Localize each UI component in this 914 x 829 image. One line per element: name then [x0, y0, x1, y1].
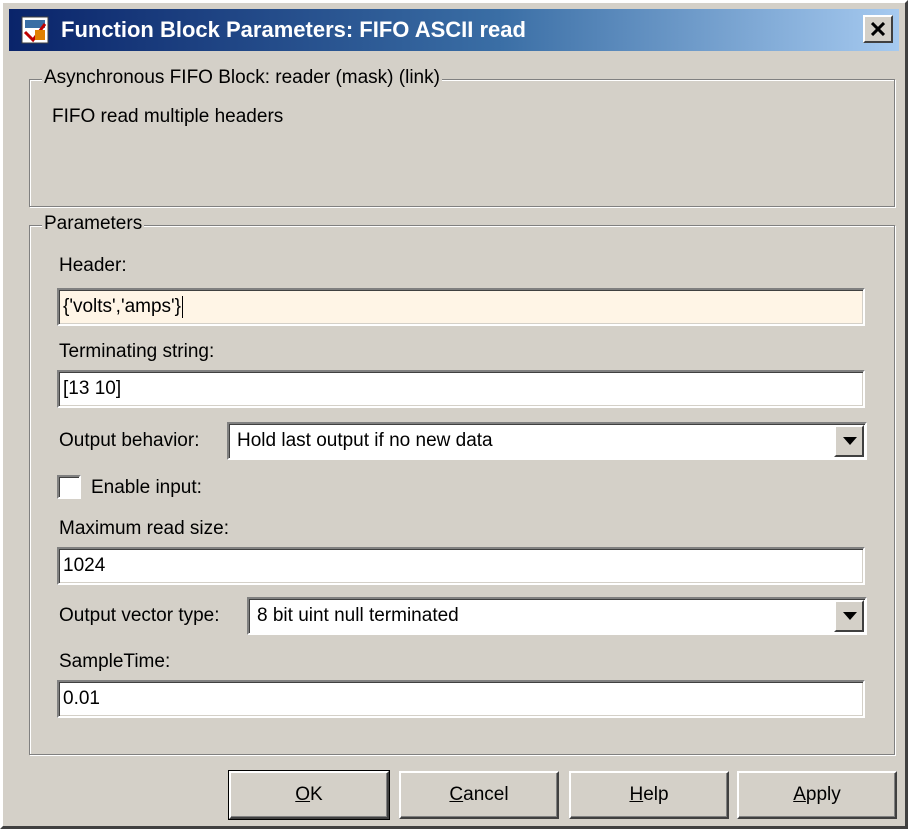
output-behavior-value: Hold last output if no new data [237, 430, 493, 451]
output-behavior-select[interactable]: Hold last output if no new data [227, 422, 867, 460]
help-mnemonic: H [629, 784, 644, 805]
chevron-down-icon [843, 612, 857, 620]
maximum-read-size-value: 1024 [63, 555, 106, 576]
close-icon [871, 22, 885, 36]
parameters-legend: Parameters [42, 213, 145, 235]
description-legend: Asynchronous FIFO Block: reader (mask) (… [42, 67, 442, 89]
sample-time-value: 0.01 [63, 688, 100, 709]
chevron-down-icon [843, 437, 857, 445]
cancel-label-rest: ancel [463, 784, 509, 805]
sample-time-label: SampleTime: [59, 651, 171, 672]
ok-label-rest: K [310, 784, 323, 805]
maximum-read-size-field[interactable]: 1024 [57, 547, 865, 585]
terminating-string-field[interactable]: [13 10] [57, 370, 865, 408]
apply-label-rest: pply [805, 784, 841, 805]
output-behavior-dropdown-button[interactable] [834, 425, 864, 457]
dialog-window: Function Block Parameters: FIFO ASCII re… [0, 0, 908, 829]
apply-button[interactable]: Apply [737, 771, 897, 819]
cancel-mnemonic: C [449, 784, 464, 805]
description-group: Asynchronous FIFO Block: reader (mask) (… [29, 67, 895, 207]
cancel-button[interactable]: Cancel [399, 771, 559, 819]
apply-mnemonic: A [793, 784, 806, 805]
output-vector-type-value: 8 bit uint null terminated [257, 605, 459, 626]
text-caret [182, 295, 184, 318]
terminating-string-label: Terminating string: [59, 341, 215, 362]
output-vector-type-dropdown-button[interactable] [834, 600, 864, 632]
close-button[interactable] [863, 15, 893, 43]
output-vector-type-label: Output vector type: [59, 605, 220, 626]
ok-mnemonic: O [295, 784, 311, 805]
terminating-string-value: [13 10] [63, 378, 122, 399]
ok-button[interactable]: OK [228, 770, 390, 820]
header-value: {'volts','amps'} [63, 296, 182, 317]
title-bar[interactable]: Function Block Parameters: FIFO ASCII re… [9, 9, 899, 51]
sample-time-field[interactable]: 0.01 [57, 680, 865, 718]
maximum-read-size-label: Maximum read size: [59, 518, 229, 539]
description-text: FIFO read multiple headers [52, 106, 284, 127]
window-title: Function Block Parameters: FIFO ASCII re… [61, 17, 526, 42]
enable-input-checkbox[interactable] [57, 475, 81, 499]
enable-input-label[interactable]: Enable input: [91, 477, 202, 499]
output-vector-type-select[interactable]: 8 bit uint null terminated [247, 597, 867, 635]
simulink-block-icon [21, 16, 49, 44]
output-behavior-label: Output behavior: [59, 430, 200, 451]
header-field[interactable]: {'volts','amps'} [57, 288, 865, 326]
help-button[interactable]: Help [569, 771, 729, 819]
header-label: Header: [59, 255, 127, 276]
help-label-rest: elp [643, 784, 669, 805]
